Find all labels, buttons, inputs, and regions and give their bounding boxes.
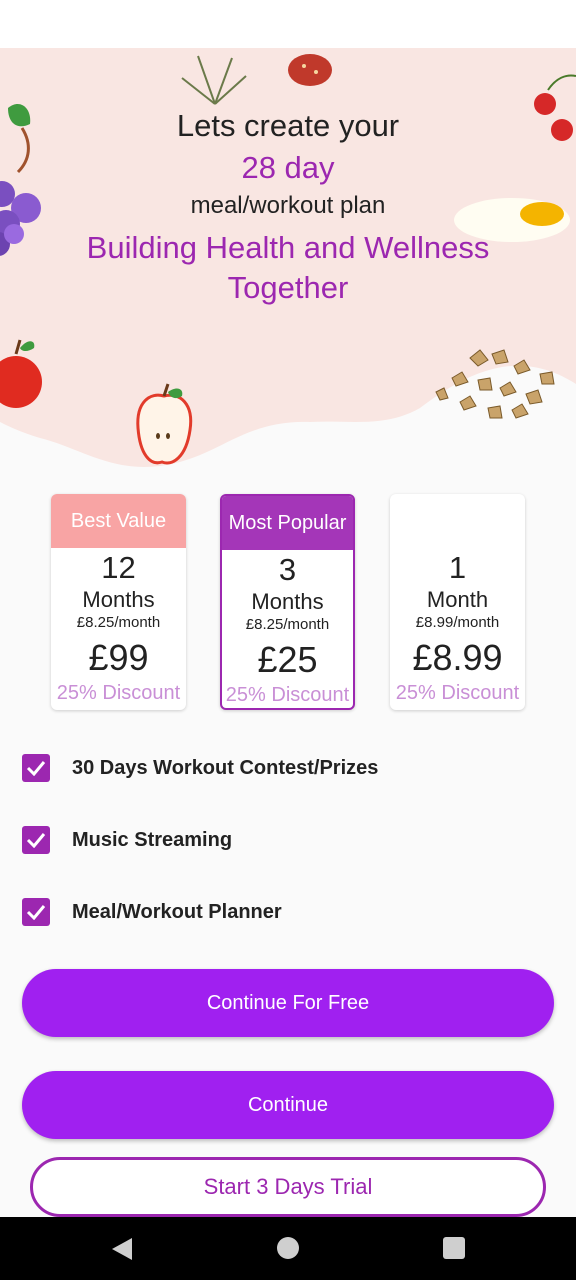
feature-checkbox[interactable] [22,898,50,926]
continue-for-free-button[interactable]: Continue For Free [22,969,554,1037]
feature-checkbox[interactable] [22,754,50,782]
tagline: Building Health and Wellness Together [86,230,490,305]
feature-label: 30 Days Workout Contest/Prizes [72,756,379,779]
back-icon[interactable] [110,1236,134,1262]
plan-price: £25 [257,639,318,680]
plan-unit: Months [251,589,324,614]
start-trial-button[interactable]: Start 3 Days Trial [30,1157,546,1217]
plan-count: 12 [101,550,136,585]
plan-price: £99 [88,637,149,678]
feature-label: Meal/Workout Planner [72,900,282,923]
recents-icon[interactable] [442,1236,466,1260]
plan-discount: 25% Discount [56,682,181,704]
home-icon[interactable] [276,1236,300,1260]
plan-count: 3 [278,552,297,587]
check-icon [26,833,46,848]
system-nav-bar [0,1217,576,1280]
plan-discount: 25% Discount [225,684,350,706]
status-bar [0,0,576,48]
plan-discount: 25% Discount [395,682,520,704]
plan-badge [390,494,525,548]
feature-checkbox[interactable] [22,826,50,854]
plan-unit: Months [82,587,155,612]
plan-count: 1 [448,550,467,585]
most-popular-badge: Most Popular [222,496,353,550]
headline-line3: meal/workout plan [190,192,386,219]
best-value-badge: Best Value [51,494,186,548]
feature-label: Music Streaming [72,828,233,851]
plan-unit: Month [426,587,489,612]
plan-card-12-months[interactable]: Best Value 12 Months £8.25/month £99 25%… [51,494,186,710]
feature-music-streaming: Music Streaming [22,826,232,854]
plan-monthly-price: £8.99/month [415,614,500,631]
feature-meal-planner: Meal/Workout Planner [22,898,282,926]
plan-monthly-price: £8.25/month [245,616,330,633]
plan-price: £8.99 [412,637,503,678]
feature-workout-contest: 30 Days Workout Contest/Prizes [22,754,378,782]
check-icon [26,905,46,920]
check-icon [26,761,46,776]
plan-monthly-price: £8.25/month [76,614,161,631]
plan-duration: 28 day [241,150,335,185]
plan-card-1-month[interactable]: 1 Month £8.99/month £8.99 25% Discount [390,494,525,710]
continue-button[interactable]: Continue [22,1071,554,1139]
plan-card-3-months[interactable]: Most Popular 3 Months £8.25/month £25 25… [220,494,355,710]
headline-line1: Lets create your [176,108,400,143]
